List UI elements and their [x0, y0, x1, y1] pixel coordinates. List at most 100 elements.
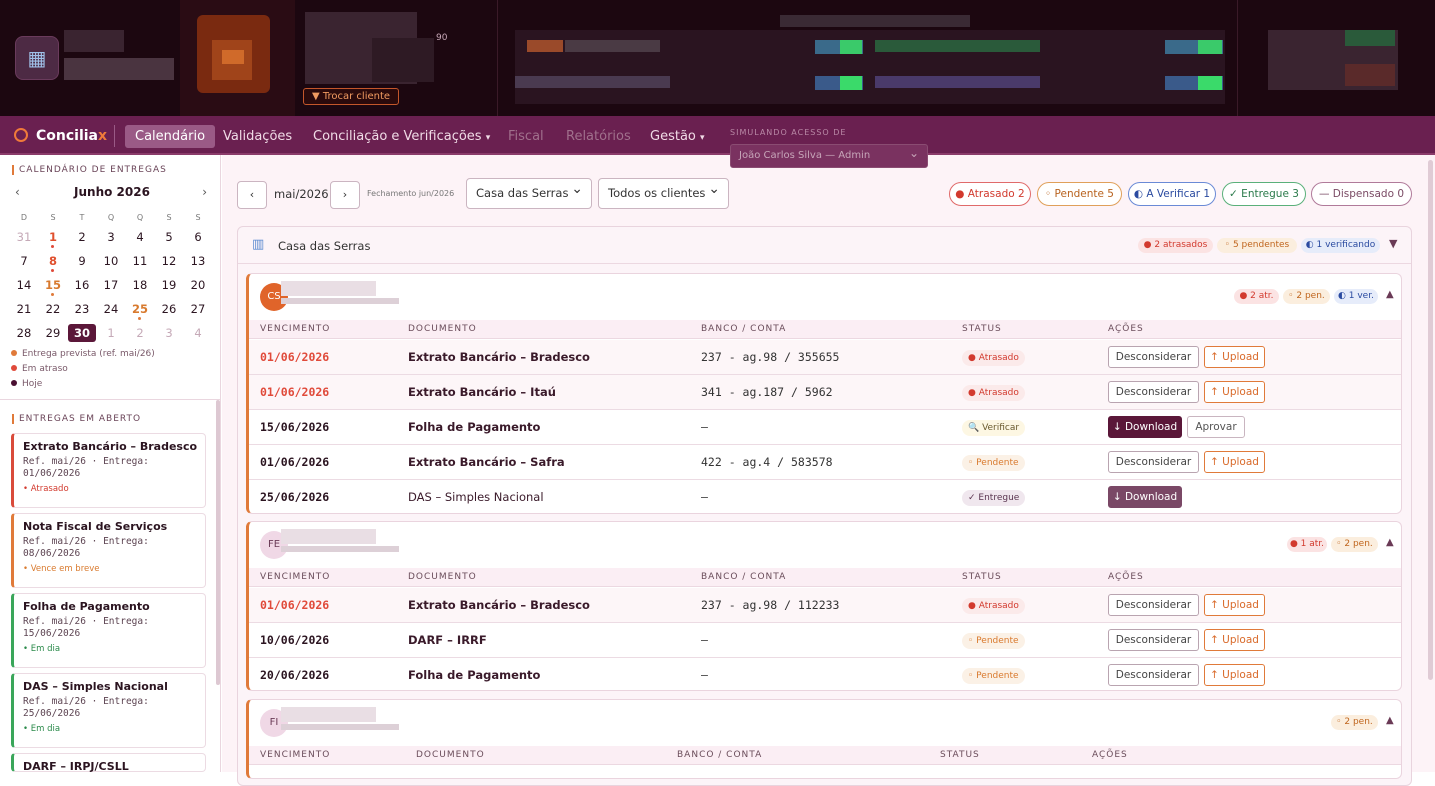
calendar-day[interactable]: 21 [10, 300, 38, 318]
group-header[interactable]: ▥ Casa das Serras ● 2 atrasados ◦ 5 pend… [238, 227, 1411, 264]
calendar-day[interactable]: 14 [10, 276, 38, 294]
bank-account: 422 - ag.4 / 583578 [701, 455, 833, 469]
desconsiderar-button[interactable]: Desconsiderar [1108, 346, 1199, 368]
trocar-cliente-button[interactable]: ▼ Trocar cliente [303, 88, 400, 105]
brand-logo[interactable]: Conciliax [14, 125, 107, 147]
main-scrollbar[interactable] [1428, 160, 1433, 680]
client-header[interactable]: FI ◦ 2 pen. ▲ [249, 700, 1401, 746]
calendar-day[interactable]: 5 [155, 228, 183, 246]
download-button[interactable]: ↓ Download [1108, 486, 1182, 508]
calendar-next-icon[interactable]: › [202, 185, 207, 199]
download-button[interactable]: ↓ Download [1108, 416, 1182, 438]
table-row[interactable]: 25/06/2026 DAS – Simples Nacional — ✓ Entre… [249, 480, 1401, 513]
client-header[interactable]: CS ● 2 atr. ◦ 2 pen. ◐ 1 ver. ▲ [249, 274, 1401, 320]
delivery-card[interactable]: Nota Fiscal de Serviços Ref. mai/26 · En… [11, 513, 206, 588]
calendar-day[interactable]: 30 [68, 324, 96, 342]
upload-button[interactable]: ↑ Upload [1204, 451, 1265, 473]
calendar-prev-icon[interactable]: ‹ [15, 185, 20, 199]
calendar-day[interactable]: 23 [68, 300, 96, 318]
nav-calendario[interactable]: Calendário [125, 125, 216, 148]
delivery-card[interactable]: Folha de Pagamento Ref. mai/26 · Entrega… [11, 593, 206, 668]
brand-ring-icon [14, 128, 28, 142]
desconsiderar-button[interactable]: Desconsiderar [1108, 629, 1199, 651]
calendar-day[interactable]: 7 [10, 252, 38, 270]
group-name: Casa das Serras [278, 239, 371, 253]
document-name: Extrato Bancário – Bradesco [408, 350, 590, 364]
calendar-day[interactable]: 25 [126, 300, 154, 318]
filter-pill-atrasado[interactable]: ● Atrasado 2 [949, 182, 1031, 206]
calendar-day[interactable]: 1 [39, 228, 67, 246]
client-filter-select[interactable]: Todos os clientes ⌄ [598, 178, 729, 209]
calendar-day[interactable]: 28 [10, 324, 38, 342]
approve-button[interactable]: Aprovar [1187, 416, 1245, 438]
upload-button[interactable]: ↑ Upload [1204, 629, 1265, 651]
collapse-icon[interactable]: ▲ [1386, 537, 1394, 548]
calendar-day[interactable]: 4 [184, 324, 212, 342]
simulando-select[interactable]: João Carlos Silva — Admin ⌄ [730, 144, 928, 168]
collapse-icon[interactable]: ▲ [1386, 715, 1394, 726]
filter-pill-dispensado[interactable]: — Dispensado 0 [1311, 182, 1412, 206]
table-row[interactable]: 01/06/2026 Extrato Bancário – Bradesco 237… [249, 588, 1401, 623]
calendar-day[interactable]: 18 [126, 276, 154, 294]
calendar-day[interactable]: 8 [39, 252, 67, 270]
calendar-day[interactable]: 3 [97, 228, 125, 246]
legend-label: Em atraso [22, 364, 68, 374]
calendar-day[interactable]: 9 [68, 252, 96, 270]
delivery-card[interactable]: Extrato Bancário – Bradesco Ref. mai/26 … [11, 433, 206, 508]
collapse-icon[interactable]: ▲ [1386, 289, 1394, 300]
calendar-day[interactable]: 27 [184, 300, 212, 318]
nav-gestao[interactable]: Gestão ▾ [640, 125, 715, 148]
calendar-day[interactable]: 2 [68, 228, 96, 246]
table-row[interactable]: 01/06/2026 Extrato Bancário – Itaú 341 - a… [249, 375, 1401, 410]
nav-fiscal[interactable]: Fiscal [498, 125, 554, 148]
nav-relatorios[interactable]: Relatórios [556, 125, 641, 148]
filter-pill-pendente[interactable]: ◦ Pendente 5 [1037, 182, 1122, 206]
month-next-button[interactable]: › [330, 181, 360, 209]
calendar-day[interactable]: 3 [155, 324, 183, 342]
delivery-card[interactable]: DAS – Simples Nacional Ref. mai/26 · Ent… [11, 673, 206, 748]
calendar-day[interactable]: 15 [39, 276, 67, 294]
sidebar-scrollbar[interactable] [216, 400, 220, 685]
desconsiderar-button[interactable]: Desconsiderar [1108, 664, 1199, 686]
table-row[interactable]: 15/06/2026 Folha de Pagamento — 🔍 Verificar… [249, 410, 1401, 445]
calendar-day[interactable]: 19 [155, 276, 183, 294]
calendar-day[interactable]: 1 [97, 324, 125, 342]
table-row[interactable]: 01/06/2026 Extrato Bancário – Bradesco 237… [249, 340, 1401, 375]
client-filter-value: Todos os clientes [608, 186, 706, 200]
month-prev-button[interactable]: ‹ [237, 181, 267, 209]
filter-pill-verificar[interactable]: ◐ A Verificar 1 [1128, 182, 1216, 206]
group-filter-select[interactable]: Casa das Serras ⌄ [466, 178, 592, 209]
delivery-card[interactable]: DARF – IRPJ/CSLL [11, 753, 206, 773]
calendar-day[interactable]: 4 [126, 228, 154, 246]
nav-conciliacao[interactable]: Conciliação e Verificações ▾ [303, 125, 500, 148]
upload-button[interactable]: ↑ Upload [1204, 346, 1265, 368]
calendar-day[interactable]: 24 [97, 300, 125, 318]
calendar-day[interactable]: 11 [126, 252, 154, 270]
calendar-day[interactable]: 29 [39, 324, 67, 342]
table-row[interactable]: 01/06/2026 Extrato Bancário – Safra 422 - … [249, 445, 1401, 480]
calendar-day[interactable]: 6 [184, 228, 212, 246]
calendar-day[interactable]: 31 [10, 228, 38, 246]
calendar-day[interactable]: 17 [97, 276, 125, 294]
calendar-day[interactable]: 26 [155, 300, 183, 318]
calendar-day[interactable]: 22 [39, 300, 67, 318]
table-row[interactable]: 20/06/2026 Folha de Pagamento — ◦ Pendente D… [249, 658, 1401, 690]
filter-pill-entregue[interactable]: ✓ Entregue 3 [1222, 182, 1306, 206]
collapse-icon[interactable]: ▼ [1389, 237, 1397, 250]
calendar-day[interactable]: 16 [68, 276, 96, 294]
calendar-day[interactable]: 12 [155, 252, 183, 270]
calendar-day[interactable]: 20 [184, 276, 212, 294]
column-header: STATUS [962, 324, 1002, 334]
desconsiderar-button[interactable]: Desconsiderar [1108, 594, 1199, 616]
upload-button[interactable]: ↑ Upload [1204, 594, 1265, 616]
desconsiderar-button[interactable]: Desconsiderar [1108, 381, 1199, 403]
calendar-day[interactable]: 13 [184, 252, 212, 270]
upload-button[interactable]: ↑ Upload [1204, 664, 1265, 686]
table-row[interactable]: 10/06/2026 DARF – IRRF — ◦ Pendente Desconsi… [249, 623, 1401, 658]
nav-validacoes[interactable]: Validações [213, 125, 302, 148]
calendar-day[interactable]: 2 [126, 324, 154, 342]
desconsiderar-button[interactable]: Desconsiderar [1108, 451, 1199, 473]
client-header[interactable]: FE ● 1 atr. ◦ 2 pen. ▲ [249, 522, 1401, 568]
upload-button[interactable]: ↑ Upload [1204, 381, 1265, 403]
calendar-day[interactable]: 10 [97, 252, 125, 270]
